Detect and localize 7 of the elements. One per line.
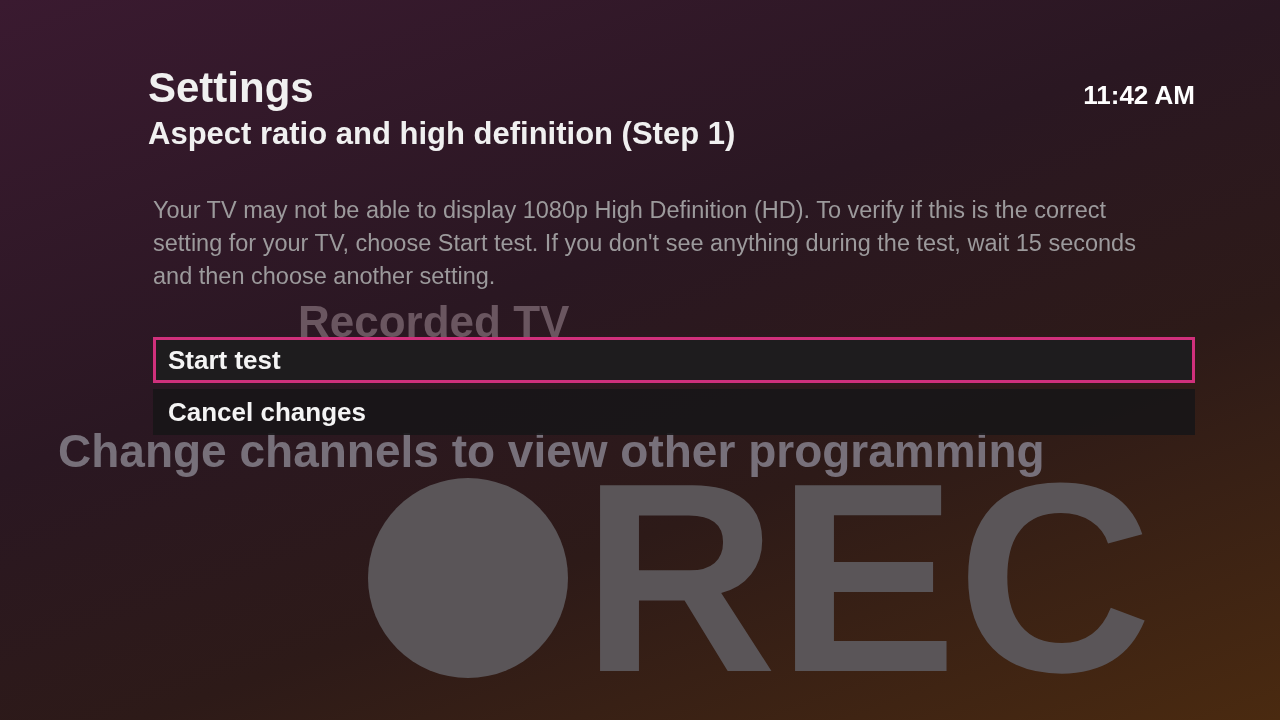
page-title: Settings — [148, 63, 315, 113]
description: Your TV may not be able to display 1080p High Definition (HD). To verify if this is the correct setting for your TV, choose Start test. If you don't see anything during the test, wait 15 seconds and then choose another setting. — [153, 196, 1137, 291]
recording-label: REC — [582, 478, 1153, 678]
clock: 11:42 AM — [1083, 80, 1195, 111]
page-subtitle: Aspect ratio and high definition (Step 1) — [148, 115, 736, 153]
menu-item[interactable]: Cancel changes — [153, 389, 1195, 435]
menu-item[interactable]: Start test — [153, 337, 1195, 383]
